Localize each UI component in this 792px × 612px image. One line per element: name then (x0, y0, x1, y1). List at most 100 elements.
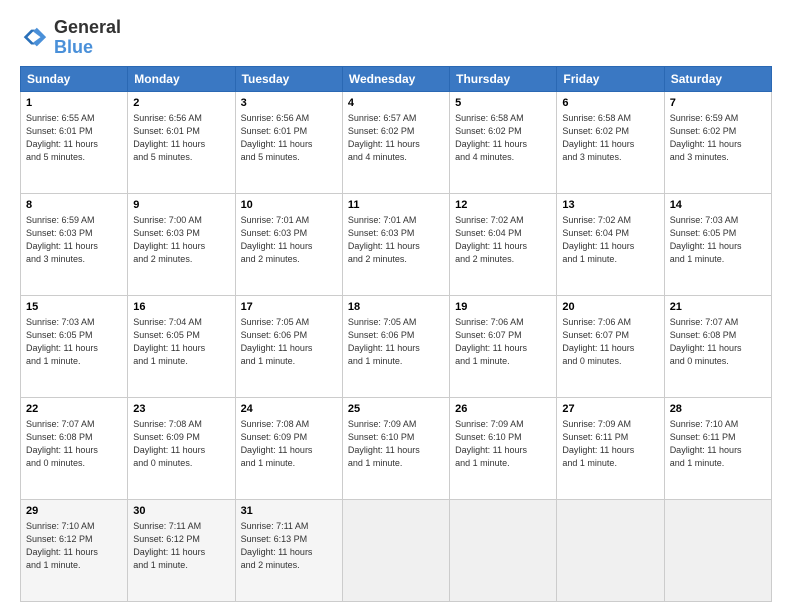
calendar-header-cell: Tuesday (235, 66, 342, 91)
calendar-cell: 4Sunrise: 6:57 AMSunset: 6:02 PMDaylight… (342, 91, 449, 193)
logo-icon (20, 24, 48, 52)
calendar-week-row: 29Sunrise: 7:10 AMSunset: 6:12 PMDayligh… (21, 499, 772, 601)
calendar-header-cell: Friday (557, 66, 664, 91)
calendar-cell (342, 499, 449, 601)
day-info: Sunrise: 6:57 AMSunset: 6:02 PMDaylight:… (348, 112, 444, 164)
day-number: 30 (133, 504, 229, 519)
day-number: 4 (348, 96, 444, 111)
day-number: 20 (562, 300, 658, 315)
day-info: Sunrise: 7:11 AMSunset: 6:13 PMDaylight:… (241, 520, 337, 572)
day-number: 11 (348, 198, 444, 213)
calendar-cell: 19Sunrise: 7:06 AMSunset: 6:07 PMDayligh… (450, 295, 557, 397)
calendar-cell: 9Sunrise: 7:00 AMSunset: 6:03 PMDaylight… (128, 193, 235, 295)
day-info: Sunrise: 7:01 AMSunset: 6:03 PMDaylight:… (348, 214, 444, 266)
day-info: Sunrise: 7:07 AMSunset: 6:08 PMDaylight:… (26, 418, 122, 470)
day-number: 23 (133, 402, 229, 417)
logo: General Blue (20, 18, 121, 58)
day-info: Sunrise: 6:56 AMSunset: 6:01 PMDaylight:… (133, 112, 229, 164)
calendar-cell: 17Sunrise: 7:05 AMSunset: 6:06 PMDayligh… (235, 295, 342, 397)
calendar-cell: 1Sunrise: 6:55 AMSunset: 6:01 PMDaylight… (21, 91, 128, 193)
day-number: 27 (562, 402, 658, 417)
day-info: Sunrise: 6:56 AMSunset: 6:01 PMDaylight:… (241, 112, 337, 164)
day-number: 29 (26, 504, 122, 519)
day-number: 26 (455, 402, 551, 417)
day-number: 22 (26, 402, 122, 417)
calendar-week-row: 8Sunrise: 6:59 AMSunset: 6:03 PMDaylight… (21, 193, 772, 295)
day-info: Sunrise: 6:58 AMSunset: 6:02 PMDaylight:… (562, 112, 658, 164)
day-info: Sunrise: 7:05 AMSunset: 6:06 PMDaylight:… (348, 316, 444, 368)
calendar-cell: 25Sunrise: 7:09 AMSunset: 6:10 PMDayligh… (342, 397, 449, 499)
day-info: Sunrise: 7:11 AMSunset: 6:12 PMDaylight:… (133, 520, 229, 572)
calendar-cell: 6Sunrise: 6:58 AMSunset: 6:02 PMDaylight… (557, 91, 664, 193)
day-number: 1 (26, 96, 122, 111)
calendar-week-row: 15Sunrise: 7:03 AMSunset: 6:05 PMDayligh… (21, 295, 772, 397)
day-info: Sunrise: 7:07 AMSunset: 6:08 PMDaylight:… (670, 316, 766, 368)
calendar-cell: 5Sunrise: 6:58 AMSunset: 6:02 PMDaylight… (450, 91, 557, 193)
calendar-cell: 21Sunrise: 7:07 AMSunset: 6:08 PMDayligh… (664, 295, 771, 397)
calendar-cell: 11Sunrise: 7:01 AMSunset: 6:03 PMDayligh… (342, 193, 449, 295)
calendar-week-row: 1Sunrise: 6:55 AMSunset: 6:01 PMDaylight… (21, 91, 772, 193)
day-info: Sunrise: 6:59 AMSunset: 6:02 PMDaylight:… (670, 112, 766, 164)
day-info: Sunrise: 7:08 AMSunset: 6:09 PMDaylight:… (241, 418, 337, 470)
calendar-header-cell: Sunday (21, 66, 128, 91)
day-number: 5 (455, 96, 551, 111)
calendar-cell: 30Sunrise: 7:11 AMSunset: 6:12 PMDayligh… (128, 499, 235, 601)
day-number: 21 (670, 300, 766, 315)
day-info: Sunrise: 7:09 AMSunset: 6:10 PMDaylight:… (348, 418, 444, 470)
calendar-cell: 3Sunrise: 6:56 AMSunset: 6:01 PMDaylight… (235, 91, 342, 193)
day-number: 9 (133, 198, 229, 213)
calendar-cell: 29Sunrise: 7:10 AMSunset: 6:12 PMDayligh… (21, 499, 128, 601)
day-info: Sunrise: 6:55 AMSunset: 6:01 PMDaylight:… (26, 112, 122, 164)
calendar-header-cell: Monday (128, 66, 235, 91)
calendar-cell (557, 499, 664, 601)
calendar-cell (664, 499, 771, 601)
day-number: 3 (241, 96, 337, 111)
day-info: Sunrise: 7:00 AMSunset: 6:03 PMDaylight:… (133, 214, 229, 266)
calendar-cell: 16Sunrise: 7:04 AMSunset: 6:05 PMDayligh… (128, 295, 235, 397)
day-number: 31 (241, 504, 337, 519)
day-number: 17 (241, 300, 337, 315)
calendar-header-cell: Thursday (450, 66, 557, 91)
day-number: 7 (670, 96, 766, 111)
header: General Blue (20, 18, 772, 58)
calendar-cell: 23Sunrise: 7:08 AMSunset: 6:09 PMDayligh… (128, 397, 235, 499)
day-number: 24 (241, 402, 337, 417)
day-info: Sunrise: 7:04 AMSunset: 6:05 PMDaylight:… (133, 316, 229, 368)
day-number: 16 (133, 300, 229, 315)
day-info: Sunrise: 7:02 AMSunset: 6:04 PMDaylight:… (562, 214, 658, 266)
calendar-cell: 24Sunrise: 7:08 AMSunset: 6:09 PMDayligh… (235, 397, 342, 499)
calendar-cell: 28Sunrise: 7:10 AMSunset: 6:11 PMDayligh… (664, 397, 771, 499)
calendar-cell: 22Sunrise: 7:07 AMSunset: 6:08 PMDayligh… (21, 397, 128, 499)
calendar-header-cell: Saturday (664, 66, 771, 91)
day-info: Sunrise: 7:09 AMSunset: 6:11 PMDaylight:… (562, 418, 658, 470)
calendar-cell: 10Sunrise: 7:01 AMSunset: 6:03 PMDayligh… (235, 193, 342, 295)
day-info: Sunrise: 7:03 AMSunset: 6:05 PMDaylight:… (670, 214, 766, 266)
day-info: Sunrise: 7:09 AMSunset: 6:10 PMDaylight:… (455, 418, 551, 470)
logo-text: General Blue (54, 18, 121, 58)
calendar-cell: 13Sunrise: 7:02 AMSunset: 6:04 PMDayligh… (557, 193, 664, 295)
day-number: 2 (133, 96, 229, 111)
calendar-cell: 18Sunrise: 7:05 AMSunset: 6:06 PMDayligh… (342, 295, 449, 397)
day-info: Sunrise: 7:06 AMSunset: 6:07 PMDaylight:… (455, 316, 551, 368)
calendar-cell: 14Sunrise: 7:03 AMSunset: 6:05 PMDayligh… (664, 193, 771, 295)
calendar-week-row: 22Sunrise: 7:07 AMSunset: 6:08 PMDayligh… (21, 397, 772, 499)
calendar-cell: 7Sunrise: 6:59 AMSunset: 6:02 PMDaylight… (664, 91, 771, 193)
day-info: Sunrise: 7:10 AMSunset: 6:12 PMDaylight:… (26, 520, 122, 572)
calendar-cell: 27Sunrise: 7:09 AMSunset: 6:11 PMDayligh… (557, 397, 664, 499)
day-number: 13 (562, 198, 658, 213)
day-info: Sunrise: 6:59 AMSunset: 6:03 PMDaylight:… (26, 214, 122, 266)
day-number: 8 (26, 198, 122, 213)
calendar-header-cell: Wednesday (342, 66, 449, 91)
calendar-cell: 31Sunrise: 7:11 AMSunset: 6:13 PMDayligh… (235, 499, 342, 601)
day-number: 18 (348, 300, 444, 315)
page: General Blue SundayMondayTuesdayWednesda… (0, 0, 792, 612)
day-number: 19 (455, 300, 551, 315)
calendar-cell: 20Sunrise: 7:06 AMSunset: 6:07 PMDayligh… (557, 295, 664, 397)
day-number: 6 (562, 96, 658, 111)
calendar-cell: 15Sunrise: 7:03 AMSunset: 6:05 PMDayligh… (21, 295, 128, 397)
day-number: 28 (670, 402, 766, 417)
day-info: Sunrise: 7:02 AMSunset: 6:04 PMDaylight:… (455, 214, 551, 266)
calendar-header-row: SundayMondayTuesdayWednesdayThursdayFrid… (21, 66, 772, 91)
calendar-cell: 12Sunrise: 7:02 AMSunset: 6:04 PMDayligh… (450, 193, 557, 295)
day-info: Sunrise: 7:03 AMSunset: 6:05 PMDaylight:… (26, 316, 122, 368)
